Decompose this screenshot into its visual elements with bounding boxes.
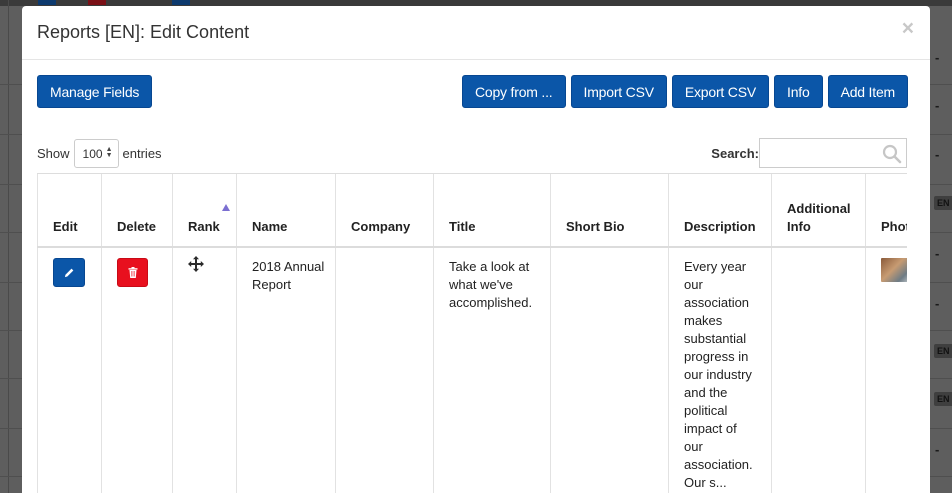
search-input[interactable] [759, 138, 907, 168]
column-header-rank[interactable]: Rank [172, 174, 237, 248]
background-blue-button [38, 0, 56, 5]
edit-content-modal: Reports [EN]: Edit Content × Manage Fiel… [22, 6, 930, 493]
column-header-additional-info[interactable]: Additional Info [771, 174, 866, 248]
magnifier-icon [882, 144, 902, 164]
table-header-row: Edit Delete Rank Name Company Title Shor… [37, 174, 907, 248]
background-cell-dash: - [935, 246, 940, 261]
column-header-photo[interactable]: Photo [865, 174, 907, 248]
close-icon[interactable]: × [902, 18, 914, 39]
entries-length-control: Show 100 ▲ ▼ entries [37, 139, 162, 168]
background-cell-dash: - [935, 98, 940, 113]
background-cell-dash: - [935, 50, 940, 65]
background-red-button [88, 0, 106, 5]
photo-thumbnail[interactable] [881, 258, 907, 282]
background-language-badge: EN [934, 392, 952, 406]
export-csv-button[interactable]: Export CSV [671, 75, 769, 108]
search-control: Search: [711, 138, 907, 168]
cell-company [335, 247, 434, 493]
toolbar-actions: Copy from ... Import CSV Export CSV Info… [461, 75, 908, 108]
sort-ascending-icon [222, 204, 230, 211]
column-header-description[interactable]: Description [668, 174, 772, 248]
entries-select-value: 100 [82, 146, 103, 161]
modal-header: Reports [EN]: Edit Content × [22, 6, 930, 60]
content-table: Edit Delete Rank Name Company Title Shor… [37, 174, 907, 493]
background-cell-dash: - [935, 442, 940, 457]
background-cell-dash: - [935, 296, 940, 311]
column-header-delete[interactable]: Delete [101, 174, 173, 248]
cell-title: Take a look at what we've accomplished. [433, 247, 551, 493]
cell-name: 2018 Annual Report [236, 247, 336, 493]
background-blue-button [172, 0, 190, 5]
description-text: Every year our association makes substan… [684, 259, 753, 490]
trash-icon [128, 267, 137, 278]
content-table-wrapper: Edit Delete Rank Name Company Title Shor… [37, 173, 907, 493]
column-header-short-bio[interactable]: Short Bio [550, 174, 669, 248]
table-row: 2018 Annual Report Take a look at what w… [37, 247, 907, 493]
info-button[interactable]: Info [774, 75, 823, 108]
background-cell-dash: - [935, 147, 940, 162]
background-column-line [8, 0, 9, 493]
manage-fields-button[interactable]: Manage Fields [37, 75, 153, 108]
cell-rank [172, 247, 237, 493]
background-language-badge: EN [934, 196, 952, 210]
delete-row-button[interactable] [117, 258, 148, 287]
show-label: Show [37, 146, 70, 161]
cell-additional-info [771, 247, 866, 493]
cell-delete [101, 247, 173, 493]
entries-select[interactable]: 100 ▲ ▼ [73, 139, 119, 168]
entries-label: entries [122, 146, 162, 161]
select-arrows-icon: ▲ ▼ [105, 146, 113, 159]
search-label: Search: [711, 145, 759, 161]
import-csv-button[interactable]: Import CSV [570, 75, 667, 108]
column-header-edit[interactable]: Edit [37, 174, 102, 248]
background-language-badge: EN [934, 344, 952, 358]
column-header-company[interactable]: Company [335, 174, 434, 248]
add-item-button[interactable]: Add Item [827, 75, 908, 108]
modal-title: Reports [EN]: Edit Content [37, 22, 250, 42]
cell-edit [37, 247, 102, 493]
pencil-icon [64, 268, 73, 278]
move-icon[interactable] [188, 256, 204, 272]
column-header-title[interactable]: Title [433, 174, 551, 248]
cell-short-bio [550, 247, 669, 493]
cell-photo [865, 247, 907, 493]
column-header-name[interactable]: Name [236, 174, 336, 248]
copy-from-button[interactable]: Copy from ... [461, 75, 566, 108]
cell-description: Every year our association makes substan… [668, 247, 772, 493]
edit-row-button[interactable] [53, 258, 85, 287]
